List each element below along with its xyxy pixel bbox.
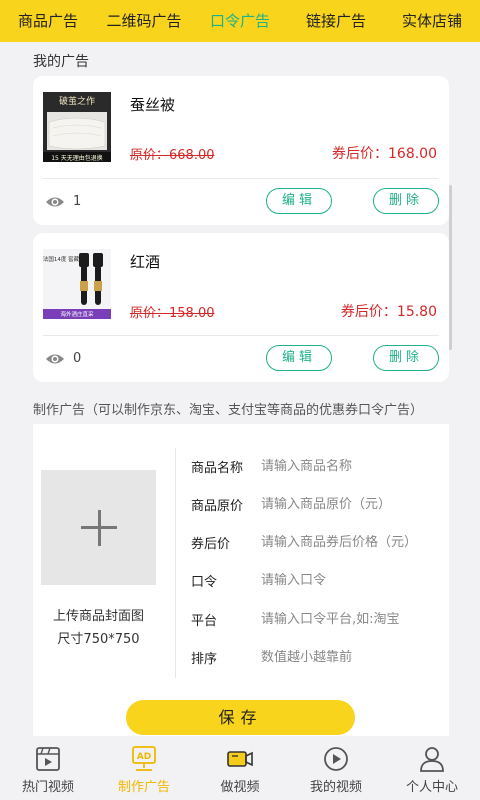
original-price-input[interactable]: [261, 496, 441, 512]
upload-hint: 上传商品封面图: [52, 609, 144, 624]
nav-create-ad[interactable]: AD 制作广告: [96, 738, 192, 800]
ad-card: 法国14度 窖藏 海外酒庄直采 红酒 原价：158.00 券后价：15.80 0…: [33, 233, 449, 382]
nav-my-videos[interactable]: 我的视频: [288, 738, 384, 800]
ad-icon: AD: [132, 746, 156, 771]
tab-qrcode-ad[interactable]: 二维码广告: [96, 0, 192, 42]
nav-label: 做视频: [220, 780, 260, 795]
camera-icon: [227, 751, 253, 767]
my-ads-title: 我的广告: [33, 54, 89, 70]
eye-icon: [46, 354, 64, 363]
form-row-product-name: 商品名称: [191, 456, 441, 476]
nav-profile[interactable]: 个人中心: [384, 738, 480, 800]
coupon-price-input[interactable]: [261, 534, 441, 550]
product-name-label: 商品名称: [191, 460, 244, 476]
form-row-original-price: 商品原价: [191, 494, 441, 514]
original-price: 原价：668.00: [130, 148, 215, 163]
coupon-price: 券后价：168.00: [332, 146, 437, 162]
form-separator: [175, 448, 176, 678]
original-price: 原价：158.00: [130, 306, 215, 321]
tab-password-ad[interactable]: 口令广告: [192, 0, 288, 42]
nav-label: 热门视频: [21, 780, 74, 795]
create-ad-title: 制作广告（可以制作京东、淘宝、支付宝等商品的优惠券口令广告）: [33, 403, 424, 418]
delete-button[interactable]: 删除: [373, 345, 439, 371]
platform-label: 平台: [191, 613, 218, 629]
tab-link-ad[interactable]: 链接广告: [288, 0, 384, 42]
top-tab-bar: 商品广告 二维码广告 口令广告 链接广告 实体店铺: [0, 0, 480, 42]
bottom-nav: 热门视频 AD 制作广告 做视频 我的视频 个人中心: [0, 738, 480, 800]
form-row-sort: 排序: [191, 647, 441, 667]
eye-icon: [46, 197, 64, 206]
sort-input[interactable]: [261, 649, 441, 665]
save-button[interactable]: 保存: [126, 700, 355, 735]
delete-button[interactable]: 删除: [373, 188, 439, 214]
svg-text:海外酒庄直采: 海外酒庄直采: [60, 310, 94, 318]
ad-name: 蚕丝被: [130, 96, 176, 114]
nav-make-video[interactable]: 做视频: [192, 738, 288, 800]
tab-product-ad[interactable]: 商品广告: [0, 0, 96, 42]
view-count: 1: [45, 194, 81, 209]
scroll-indicator[interactable]: [449, 185, 452, 350]
ad-name: 红酒: [130, 253, 161, 271]
create-ad-form: 上传商品封面图 尺寸750*750 商品名称 商品原价 券后价 口令 平台 排序: [33, 424, 449, 736]
ad-thumbnail: 破茧之作 15 天无理由包退换: [43, 92, 111, 162]
sort-label: 排序: [191, 651, 218, 667]
svg-text:破茧之作: 破茧之作: [59, 95, 95, 107]
card-divider: [43, 335, 439, 336]
nav-hot-videos[interactable]: 热门视频: [0, 738, 96, 800]
nav-label: 制作广告: [117, 780, 170, 795]
password-label: 口令: [191, 574, 218, 590]
person-icon: [420, 747, 444, 772]
form-row-password: 口令: [191, 570, 441, 590]
card-divider: [43, 178, 439, 179]
views-number: 1: [73, 194, 82, 209]
edit-button[interactable]: 编辑: [266, 345, 332, 371]
upload-cover-button[interactable]: [41, 470, 156, 585]
tab-physical-store[interactable]: 实体店铺: [384, 0, 480, 42]
ad-card: 破茧之作 15 天无理由包退换 蚕丝被 原价：668.00 券后价：168.00…: [33, 76, 449, 225]
svg-text:15 天无理由包退换: 15 天无理由包退换: [51, 154, 103, 162]
nav-label: 个人中心: [405, 780, 458, 795]
view-count: 0: [45, 351, 81, 366]
play-circle-icon: [324, 747, 348, 771]
svg-text:AD: AD: [137, 752, 151, 762]
password-input[interactable]: [261, 572, 441, 588]
upload-size-hint: 尺寸750*750: [57, 632, 140, 647]
coupon-price: 券后价：15.80: [340, 304, 437, 320]
svg-text:法国14度 窖藏: 法国14度 窖藏: [43, 255, 80, 263]
platform-input[interactable]: [261, 611, 441, 627]
edit-button[interactable]: 编辑: [266, 188, 332, 214]
film-icon: [36, 747, 60, 771]
ad-thumbnail: 法国14度 窖藏 海外酒庄直采: [43, 249, 111, 319]
nav-label: 我的视频: [309, 780, 362, 795]
coupon-price-label: 券后价: [191, 536, 231, 552]
original-price-label: 商品原价: [191, 498, 244, 514]
form-row-coupon-price: 券后价: [191, 532, 441, 552]
product-name-input[interactable]: [261, 458, 441, 474]
views-number: 0: [73, 351, 82, 366]
form-row-platform: 平台: [191, 609, 441, 629]
